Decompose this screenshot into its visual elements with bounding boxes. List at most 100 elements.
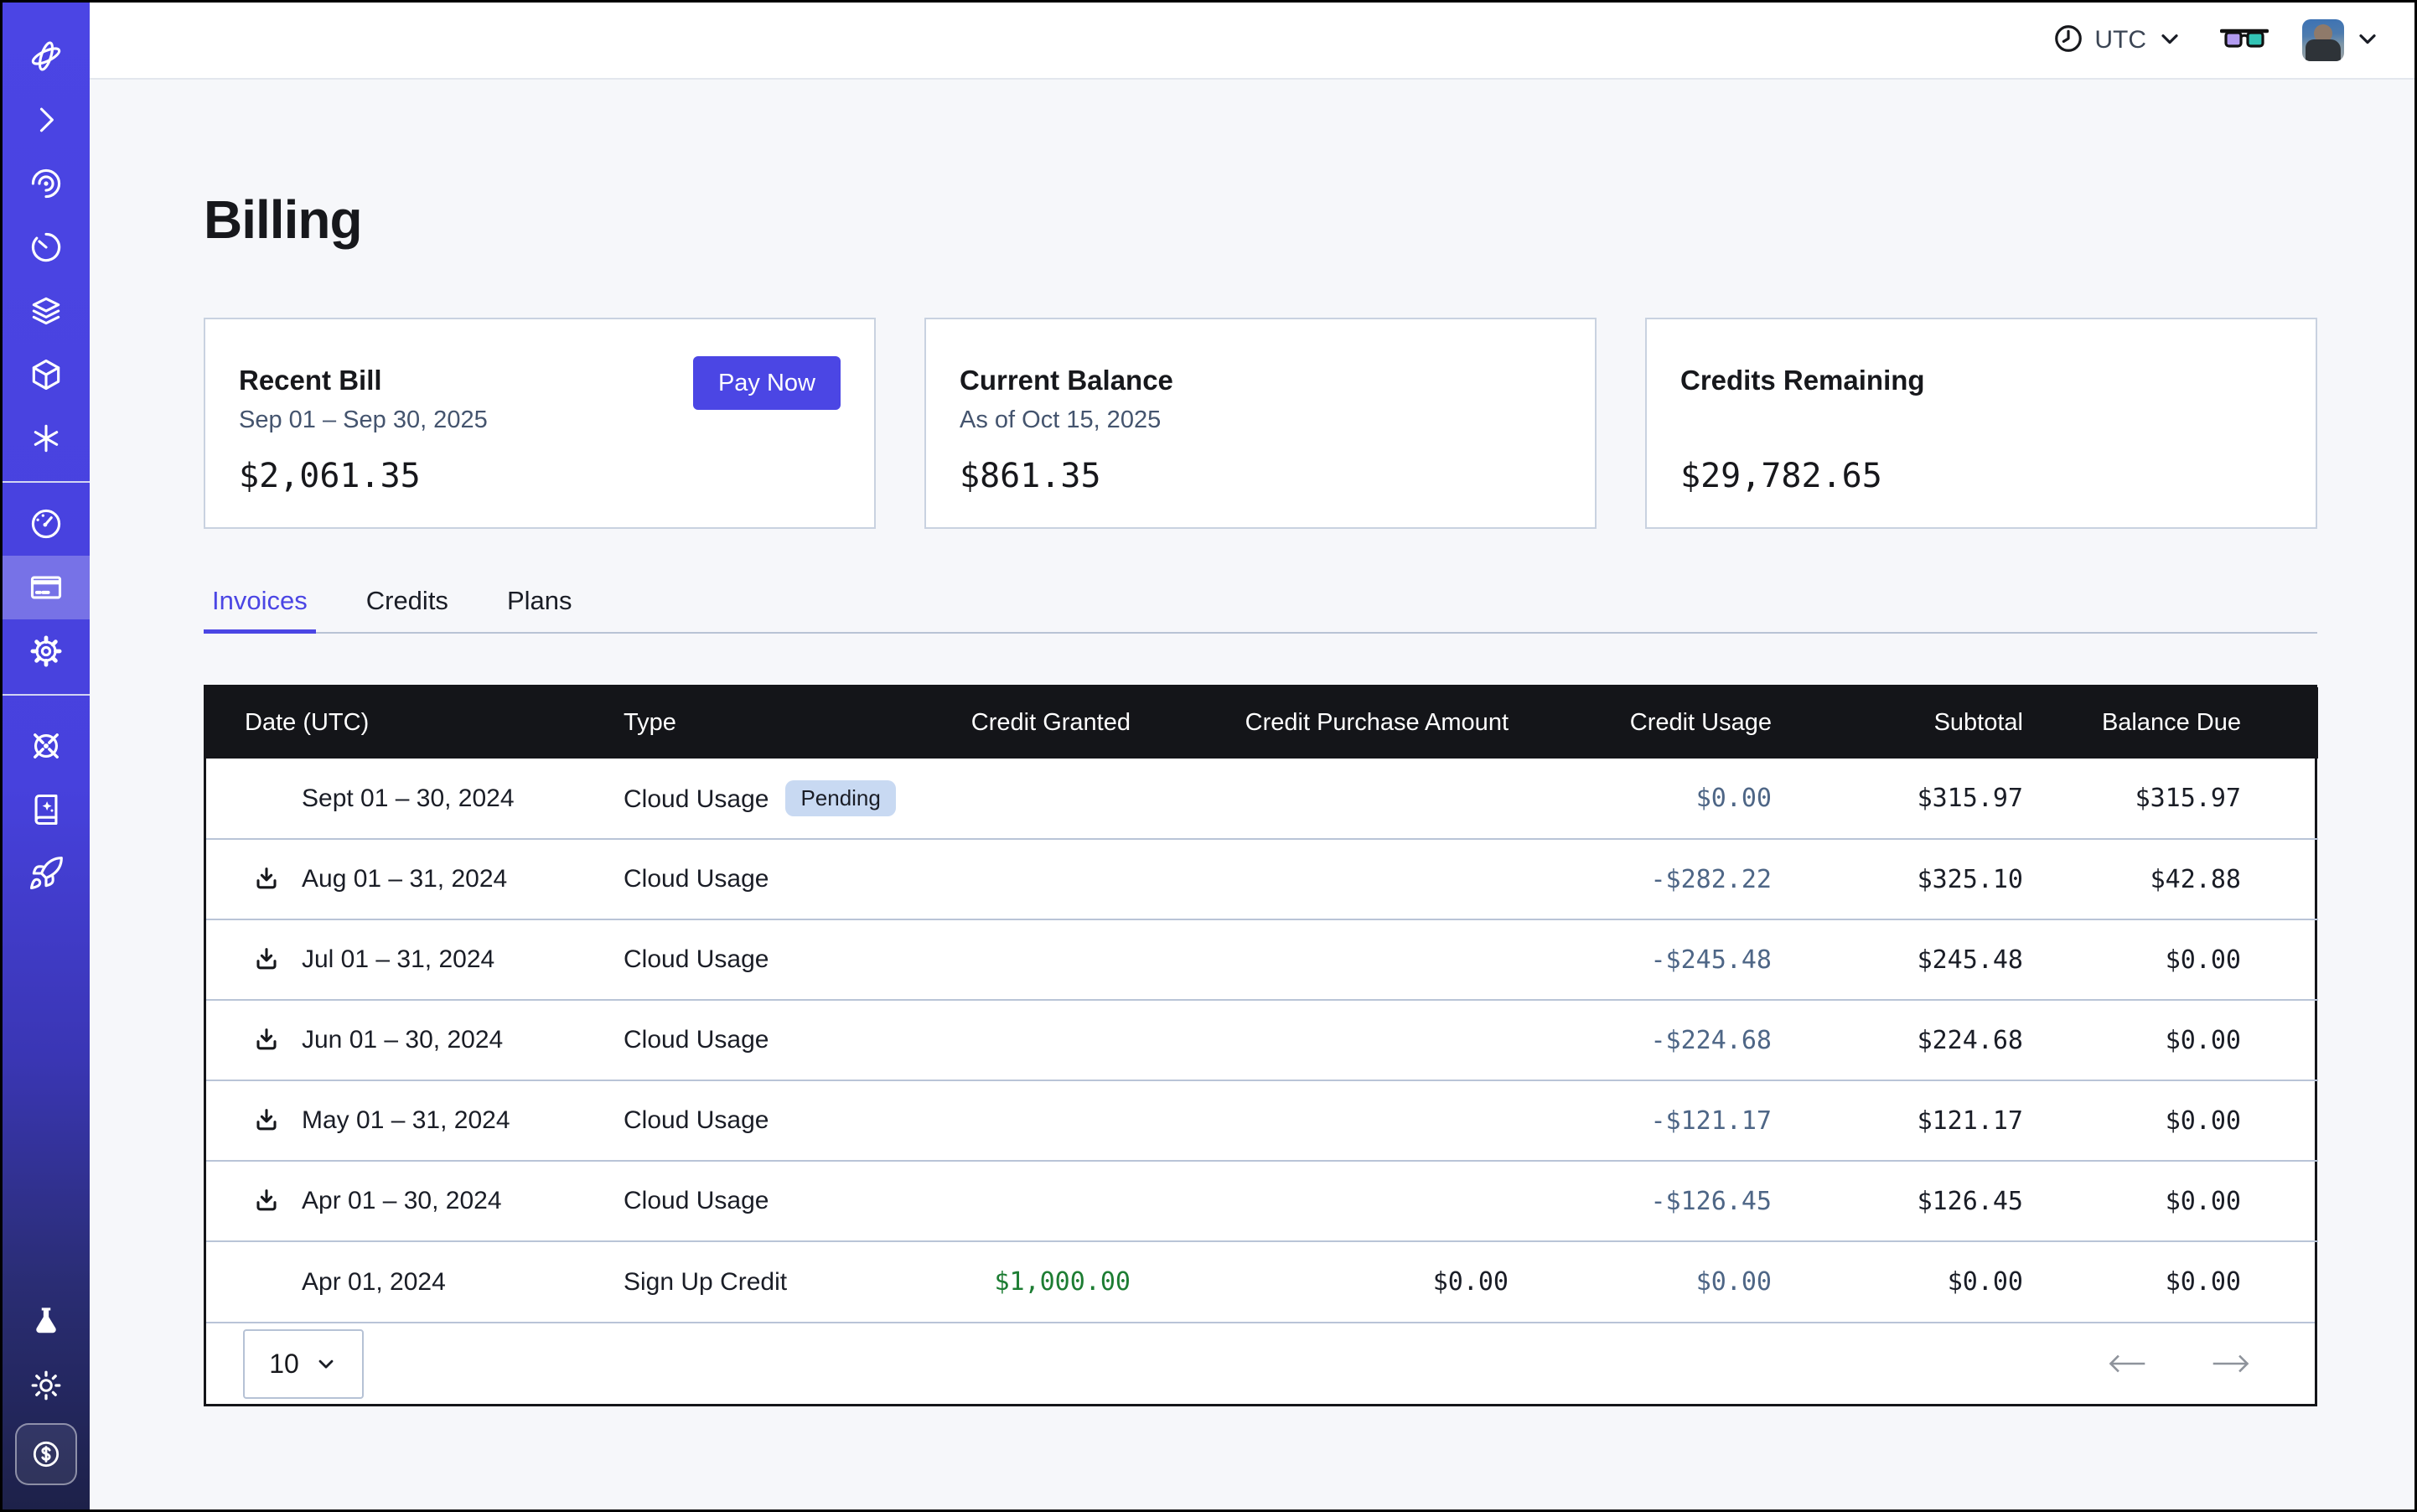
sidebar-item-support[interactable] bbox=[3, 714, 90, 778]
summary-cards: Recent BillSep 01 – Sep 30, 2025$2,061.3… bbox=[204, 318, 2317, 529]
cell-type: Cloud Usage bbox=[624, 919, 929, 1000]
table-header: Date (UTC)TypeCredit GrantedCredit Purch… bbox=[206, 687, 2318, 759]
tab-plans[interactable]: Plans bbox=[499, 586, 581, 634]
cell-credit-granted bbox=[929, 919, 1131, 1000]
next-page-button[interactable] bbox=[2206, 1349, 2256, 1379]
book-sparkle-icon bbox=[28, 791, 65, 828]
column-header: Balance Due bbox=[2023, 687, 2318, 759]
download-icon bbox=[253, 1026, 280, 1055]
card-title: Current Balance bbox=[960, 365, 1561, 396]
download-invoice-button[interactable] bbox=[253, 1106, 280, 1136]
cell-date: Jul 01 – 31, 2024 bbox=[206, 919, 624, 1000]
download-invoice-button[interactable] bbox=[253, 1187, 280, 1216]
sidebar-item-keys[interactable] bbox=[3, 406, 90, 470]
sidebar-item-credits[interactable] bbox=[3, 1417, 90, 1491]
cell-balance-due: $0.00 bbox=[2023, 1161, 2318, 1241]
sidebar-item-layers[interactable] bbox=[3, 279, 90, 343]
sidebar-item-usage[interactable] bbox=[3, 492, 90, 556]
asterisk-icon bbox=[28, 420, 65, 457]
clock-icon bbox=[2052, 23, 2084, 59]
timezone-selector[interactable]: UTC bbox=[2052, 23, 2183, 59]
summary-card: Current BalanceAs of Oct 15, 2025$861.35 bbox=[924, 318, 1597, 529]
cell-type: Cloud UsagePending bbox=[624, 759, 929, 839]
tab-credits[interactable]: Credits bbox=[358, 586, 457, 634]
gauge-icon bbox=[28, 505, 65, 542]
download-invoice-button[interactable] bbox=[253, 945, 280, 975]
sidebar-item-docs[interactable] bbox=[3, 778, 90, 841]
table-row: Apr 01 – 30, 2024 Cloud Usage -$126.45$126… bbox=[206, 1161, 2318, 1241]
download-invoice-button[interactable] bbox=[253, 865, 280, 894]
cell-credit-purchase-amount bbox=[1131, 919, 1509, 1000]
sun-icon bbox=[28, 1368, 64, 1403]
invoice-type: Cloud Usage bbox=[624, 865, 769, 893]
pagination: 10 bbox=[206, 1322, 2315, 1404]
sidebar-item-theme[interactable] bbox=[3, 1354, 90, 1417]
sidebar-item-resources[interactable] bbox=[3, 343, 90, 406]
cell-credit-granted bbox=[929, 839, 1131, 919]
invoice-table: Date (UTC)TypeCredit GrantedCredit Purch… bbox=[204, 685, 2317, 1406]
previous-page-button[interactable] bbox=[2102, 1349, 2152, 1379]
sidebar-item-collapse[interactable] bbox=[3, 88, 90, 152]
app-window: UTC Billing bbox=[0, 0, 2417, 1512]
tab-invoices[interactable]: Invoices bbox=[204, 586, 316, 634]
card-amount: $861.35 bbox=[960, 457, 1561, 495]
layers-icon bbox=[28, 293, 65, 329]
invoice-type: Cloud Usage bbox=[624, 1106, 769, 1134]
column-header: Date (UTC) bbox=[206, 687, 624, 759]
cell-balance-due: $315.97 bbox=[2023, 759, 2318, 839]
invoice-date: Aug 01 – 31, 2024 bbox=[302, 865, 507, 893]
sidebar-item-settings[interactable] bbox=[3, 619, 90, 683]
card-amount: $2,061.35 bbox=[239, 457, 841, 495]
table-row: Sept 01 – 30, 2024Cloud UsagePending$0.0… bbox=[206, 759, 2318, 839]
sidebar-item-billing[interactable] bbox=[3, 556, 90, 619]
cell-type: Cloud Usage bbox=[624, 1080, 929, 1161]
avatar[interactable] bbox=[2302, 19, 2344, 61]
helm-icon bbox=[28, 728, 65, 764]
topbar: UTC bbox=[90, 3, 2414, 80]
page-size-select[interactable]: 10 bbox=[243, 1329, 364, 1399]
sidebar-item-history[interactable] bbox=[3, 215, 90, 279]
invoice-date: Sept 01 – 30, 2024 bbox=[302, 784, 515, 813]
sidebar-item-observability[interactable] bbox=[3, 152, 90, 215]
card-subtitle bbox=[1680, 406, 2282, 437]
table-row: May 01 – 31, 2024Cloud Usage-$121.17$121… bbox=[206, 1080, 2318, 1161]
user-menu[interactable] bbox=[2302, 19, 2381, 61]
tab-bar: Invoices Credits Plans bbox=[204, 586, 2317, 634]
card-amount: $29,782.65 bbox=[1680, 457, 2282, 495]
invoice-type: Cloud Usage bbox=[624, 1187, 769, 1214]
cell-credit-purchase-amount bbox=[1131, 839, 1509, 919]
cell-credit-granted bbox=[929, 759, 1131, 839]
download-icon bbox=[253, 865, 280, 894]
cell-date: Apr 01, 2024 bbox=[206, 1241, 624, 1322]
glasses-icon[interactable] bbox=[2220, 28, 2269, 53]
cell-date: Jun 01 – 30, 2024 bbox=[206, 1000, 624, 1080]
pay-now-button[interactable]: Pay Now bbox=[693, 356, 841, 410]
column-header: Credit Purchase Amount bbox=[1131, 687, 1509, 759]
sidebar-item-launch[interactable] bbox=[3, 841, 90, 905]
sidebar-divider bbox=[3, 481, 90, 483]
observe-icon bbox=[28, 165, 65, 202]
flask-icon bbox=[28, 1304, 64, 1339]
cell-credit-usage: -$126.45 bbox=[1509, 1161, 1772, 1241]
content: Billing Recent BillSep 01 – Sep 30, 2025… bbox=[90, 80, 2414, 1509]
download-invoice-button[interactable] bbox=[253, 1026, 280, 1055]
invoice-date: Apr 01, 2024 bbox=[302, 1268, 446, 1297]
invoice-type: Cloud Usage bbox=[624, 945, 769, 973]
cell-subtotal: $325.10 bbox=[1772, 839, 2023, 919]
cell-subtotal: $126.45 bbox=[1772, 1161, 2023, 1241]
cube-icon bbox=[28, 356, 65, 393]
invoice-date: Jun 01 – 30, 2024 bbox=[302, 1026, 503, 1054]
cell-subtotal: $0.00 bbox=[1772, 1241, 2023, 1322]
column-header: Credit Granted bbox=[929, 687, 1131, 759]
sidebar-item-labs[interactable] bbox=[3, 1290, 90, 1354]
cell-credit-granted: $1,000.00 bbox=[929, 1241, 1131, 1322]
cell-credit-usage: -$121.17 bbox=[1509, 1080, 1772, 1161]
download-icon bbox=[253, 1106, 280, 1136]
invoice-date: Apr 01 – 30, 2024 bbox=[302, 1187, 502, 1215]
table-row: Jul 01 – 31, 2024Cloud Usage-$245.48$245… bbox=[206, 919, 2318, 1000]
chevron-right-icon bbox=[28, 101, 65, 138]
sidebar-item-logo[interactable] bbox=[3, 24, 90, 88]
timer-icon bbox=[28, 229, 65, 266]
column-header: Subtotal bbox=[1772, 687, 2023, 759]
cell-subtotal: $245.48 bbox=[1772, 919, 2023, 1000]
